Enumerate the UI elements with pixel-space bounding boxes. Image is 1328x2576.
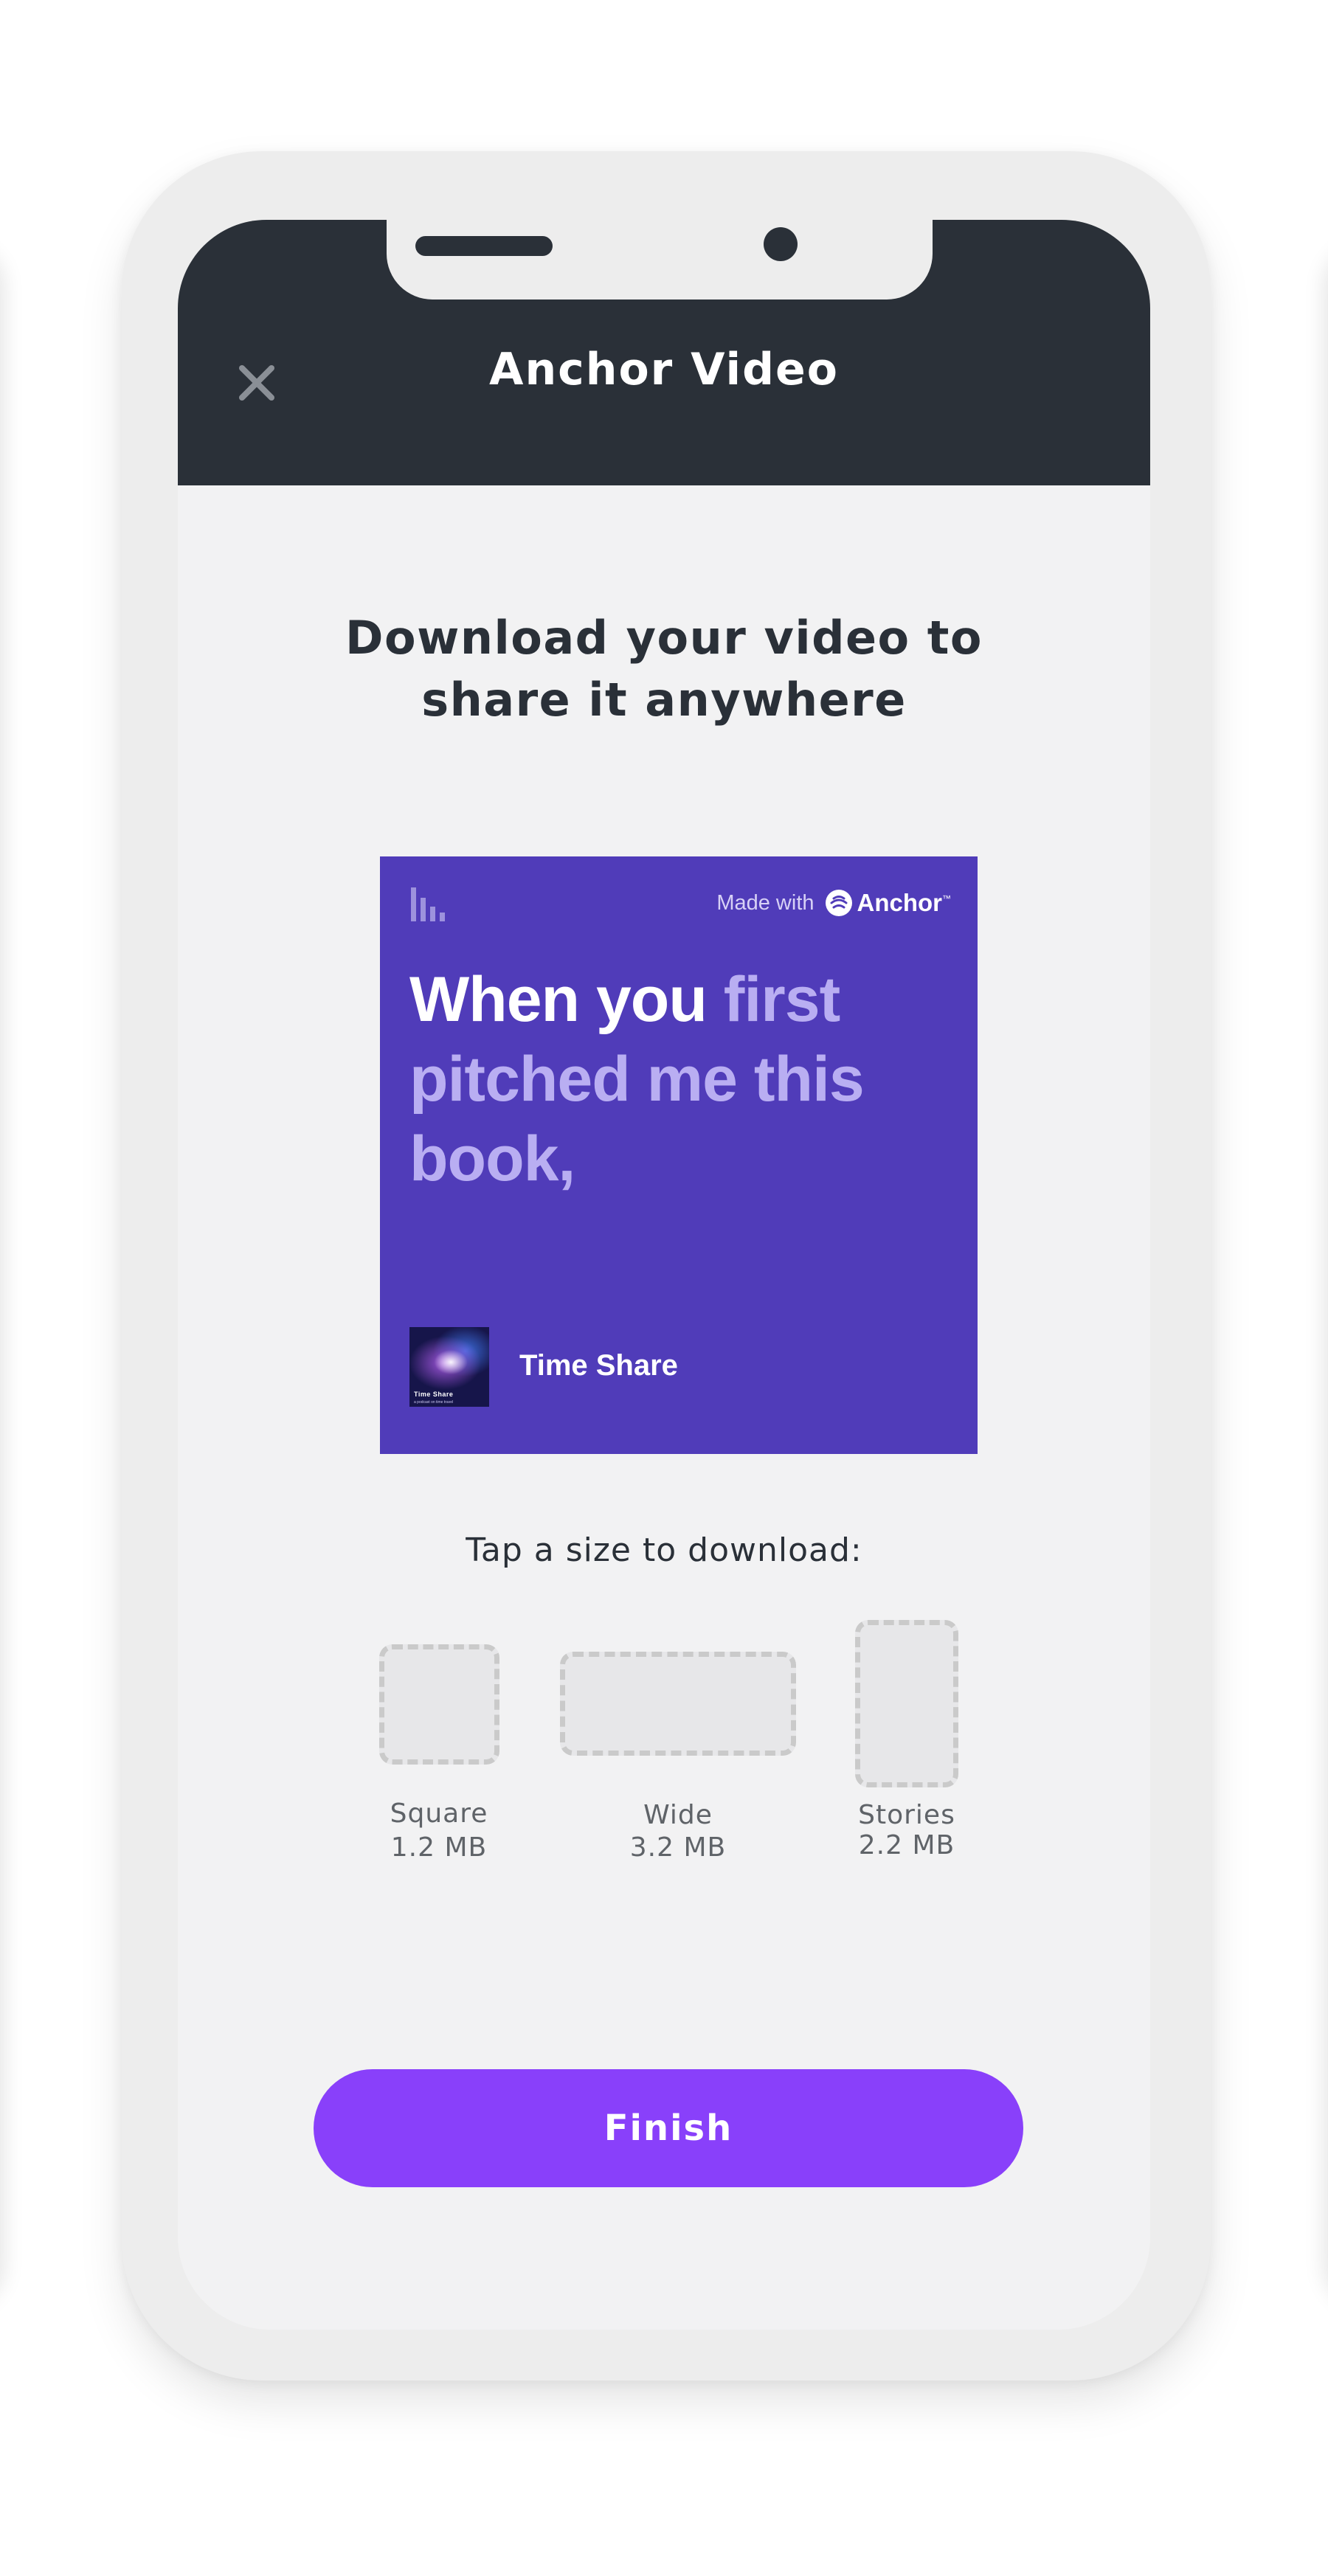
quote-text: When you first pitched me this book, bbox=[409, 960, 955, 1199]
page: Anchor Video Download your video to shar… bbox=[0, 0, 1328, 2576]
cover-title: Time Share bbox=[414, 1391, 454, 1398]
bars-icon bbox=[411, 887, 445, 921]
cover-subtitle: a podcast on time travel bbox=[414, 1400, 454, 1405]
made-with-label: Made with bbox=[716, 890, 815, 915]
phone-notch bbox=[387, 220, 933, 300]
app-header: Anchor Video bbox=[178, 220, 1150, 485]
headline-line-1: Download your video to bbox=[345, 611, 983, 665]
size-name-stories: Stories bbox=[858, 1800, 955, 1830]
podcast-name: Time Share bbox=[519, 1349, 678, 1382]
headline: Download your video to share it anywhere bbox=[178, 607, 1150, 731]
anchor-brand: Anchor bbox=[857, 889, 943, 916]
phone-speaker bbox=[415, 236, 553, 256]
square-size-box[interactable] bbox=[379, 1644, 499, 1765]
trademark-mark: ™ bbox=[942, 893, 951, 904]
quote-line-3: book, bbox=[409, 1123, 575, 1194]
podcast-cover-art: Time Share a podcast on time travel bbox=[409, 1327, 489, 1407]
quote-line-1: first bbox=[723, 964, 840, 1035]
stories-size-box[interactable] bbox=[855, 1620, 958, 1787]
made-with-watermark: Made with Anchor ™ bbox=[716, 889, 951, 917]
phone-screen: Anchor Video Download your video to shar… bbox=[178, 220, 1150, 2330]
size-mb-wide: 3.2 MB bbox=[629, 1832, 727, 1863]
size-mb-square: 1.2 MB bbox=[390, 1832, 488, 1863]
download-prompt: Tap a size to download: bbox=[466, 1531, 862, 1569]
page-title: Anchor Video bbox=[489, 344, 839, 395]
quote-highlight: When you bbox=[409, 964, 708, 1035]
finish-button[interactable]: Finish bbox=[314, 2069, 1023, 2187]
video-preview: Made with Anchor ™ When you first pitche… bbox=[380, 856, 978, 1454]
size-mb-stories: 2.2 MB bbox=[858, 1830, 955, 1860]
anchor-logo-icon bbox=[825, 890, 852, 916]
size-name-square: Square bbox=[390, 1798, 488, 1829]
size-name-wide: Wide bbox=[643, 1800, 713, 1830]
headline-line-2: share it anywhere bbox=[421, 673, 907, 727]
quote-line-2: pitched me this bbox=[409, 1044, 865, 1115]
wide-size-box[interactable] bbox=[560, 1652, 796, 1756]
phone-camera bbox=[764, 227, 798, 261]
